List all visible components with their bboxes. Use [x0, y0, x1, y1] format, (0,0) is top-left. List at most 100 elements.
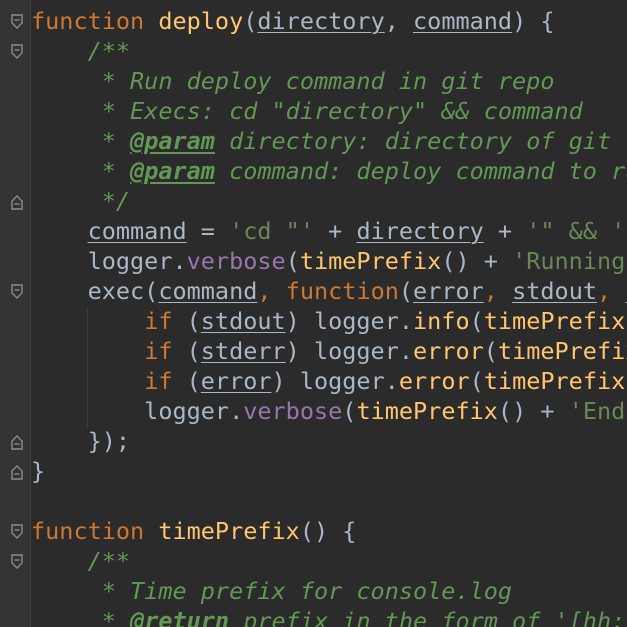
code-token: deploy — [158, 7, 244, 35]
code-token: () + — [497, 397, 569, 425]
code-token: + — [313, 217, 357, 245]
code-token: ( — [398, 277, 414, 305]
code-token: timePrefix — [483, 367, 626, 395]
code-token: () { — [299, 517, 357, 545]
code-token: verbose — [243, 397, 343, 425]
code-editor[interactable]: function deploy(directory, command) { /*… — [0, 0, 627, 627]
code-token: ( — [342, 397, 357, 425]
code-line[interactable]: * @param command: deploy command to run — [31, 156, 627, 186]
code-token: timePrefix — [299, 247, 442, 275]
code-token: info — [413, 307, 470, 335]
code-line[interactable]: exec(command, function(error, stdout, s — [31, 276, 627, 306]
code-token: () + — [441, 247, 513, 275]
code-token: ( — [483, 337, 498, 365]
code-token: @return — [130, 607, 230, 627]
code-token: ( — [172, 367, 201, 395]
code-token: /** — [31, 547, 131, 575]
code-line[interactable]: /** — [31, 36, 130, 66]
code-line[interactable]: }); — [31, 426, 130, 456]
code-token: ) { — [512, 7, 555, 35]
code-token: ) logger. — [271, 367, 399, 395]
code-token: /** — [31, 37, 131, 65]
code-token: command — [87, 217, 187, 245]
code-line[interactable]: function deploy(directory, command) { — [31, 6, 555, 36]
code-area[interactable]: function deploy(directory, command) { /*… — [31, 0, 627, 627]
code-line[interactable]: logger.verbose(timePrefix() + 'Running: — [31, 246, 627, 276]
code-token: timePrefix — [497, 337, 627, 365]
code-token: directory — [356, 217, 484, 245]
code-token: function — [285, 277, 399, 305]
code-line[interactable]: } — [31, 456, 45, 486]
code-token: */ — [31, 187, 131, 215]
fold-end-icon[interactable] — [9, 434, 25, 450]
code-line[interactable]: function timePrefix() { — [31, 516, 356, 546]
code-token: * Run deploy command in git repo — [31, 67, 555, 95]
code-token: , — [483, 277, 498, 305]
code-line[interactable]: */ — [31, 186, 130, 216]
code-line[interactable]: * @param directory: directory of git re — [31, 126, 627, 156]
code-token: , — [384, 7, 414, 35]
code-token: if — [144, 367, 173, 395]
code-line[interactable]: if (stderr) logger.error(timePrefix — [31, 336, 627, 366]
code-token: 'Running: — [512, 247, 627, 275]
code-token: * Time prefix for console.log — [31, 577, 513, 605]
code-token: stdout — [512, 277, 597, 305]
fold-open-icon[interactable] — [9, 44, 25, 60]
code-token: = — [186, 217, 230, 245]
code-token: ) logger. — [285, 307, 414, 335]
code-token: error — [398, 367, 470, 395]
code-token: * — [31, 157, 131, 185]
code-token: }); — [31, 427, 131, 455]
code-token: if — [144, 307, 173, 335]
code-token: prefix in the form of '[hh: — [229, 607, 626, 627]
code-token: if — [144, 337, 173, 365]
code-line[interactable]: * @return prefix in the form of '[hh: — [31, 606, 626, 627]
code-token: timePrefix — [483, 307, 626, 335]
code-token: verbose — [186, 247, 286, 275]
code-token: error — [413, 277, 484, 305]
code-token: directory: directory of git re — [214, 127, 627, 155]
fold-open-icon[interactable] — [9, 14, 25, 30]
code-line[interactable]: command = 'cd "' + directory + '" && ' — [31, 216, 626, 246]
code-line[interactable]: logger.verbose(timePrefix() + 'End — [31, 396, 627, 426]
code-token: , — [257, 277, 272, 305]
code-token: * — [31, 127, 131, 155]
code-token: command — [158, 277, 258, 305]
code-token: @param — [130, 157, 215, 185]
code-line[interactable]: * Time prefix for console.log — [31, 576, 512, 606]
code-line[interactable]: /** — [31, 546, 130, 576]
code-token: ( — [285, 247, 300, 275]
code-line[interactable]: * Execs: cd "directory" && command — [31, 96, 583, 126]
code-token: ) logger. — [285, 337, 414, 365]
code-token: timePrefix — [356, 397, 498, 425]
code-line[interactable]: if (stdout) logger.info(timePrefix( — [31, 306, 627, 336]
code-line[interactable]: if (error) logger.error(timePrefix( — [31, 366, 627, 396]
code-line[interactable]: * Run deploy command in git repo — [31, 66, 555, 96]
code-token: @param — [130, 127, 215, 155]
code-token: function — [31, 517, 145, 545]
code-token: * Execs: cd "directory" && command — [31, 97, 583, 125]
code-token: command — [413, 7, 513, 35]
code-token: error — [200, 367, 272, 395]
code-token: logger. — [31, 397, 244, 425]
code-token: function — [31, 7, 145, 35]
fold-open-icon[interactable] — [9, 554, 25, 570]
code-token: timePrefix — [158, 517, 300, 545]
code-token: exec( — [31, 277, 159, 305]
fold-open-icon[interactable] — [9, 524, 25, 540]
code-token: , — [597, 277, 612, 305]
fold-end-icon[interactable] — [9, 464, 25, 480]
fold-end-icon[interactable] — [9, 194, 25, 210]
fold-open-icon[interactable] — [9, 284, 25, 300]
code-token: } — [31, 457, 46, 485]
code-token: stderr — [200, 337, 286, 365]
